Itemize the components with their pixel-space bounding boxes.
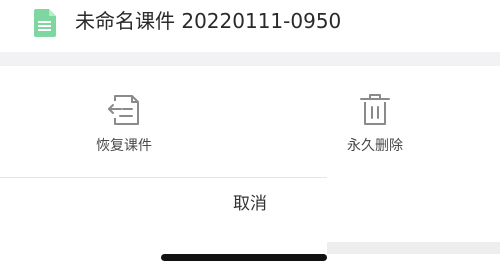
restore-courseware-button[interactable]: 恢复课件 [69,66,179,178]
cancel-label: 取消 [233,194,267,213]
home-indicator[interactable] [161,254,327,261]
permanent-delete-label: 永久删除 [347,138,403,154]
section-separator [0,52,500,66]
right-gray-strip [327,242,500,254]
restore-courseware-label: 恢复课件 [96,138,152,154]
restore-icon [108,95,139,125]
permanent-delete-button[interactable]: 永久删除 [320,66,430,178]
document-icon [34,9,56,37]
action-panel: 恢复课件 永久删除 [0,66,500,178]
file-title: 未命名课件 20220111-0950 [75,9,342,33]
file-header: 未命名课件 20220111-0950 [0,0,500,52]
cancel-button[interactable]: 取消 [0,178,500,230]
trash-icon [360,94,390,125]
